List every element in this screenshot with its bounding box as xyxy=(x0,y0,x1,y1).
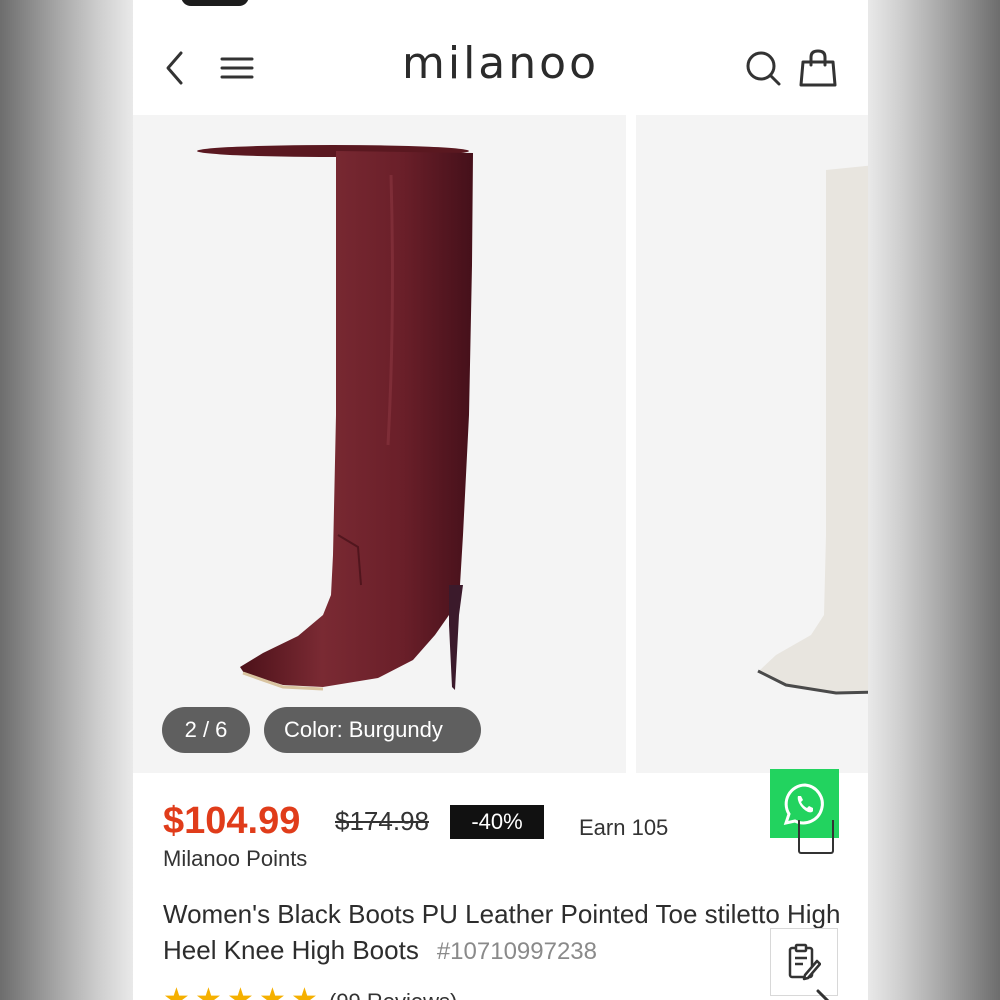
star-icon: ★ xyxy=(259,983,286,1000)
product-sku: #10710997238 xyxy=(436,938,597,965)
earn-points: Earn 105 xyxy=(579,815,669,840)
points-label: Milanoo Points xyxy=(163,846,308,871)
shopping-bag-icon xyxy=(799,49,837,87)
gallery-slide-main[interactable]: 2 / 6 Color: Burgundy xyxy=(133,115,626,773)
search-icon xyxy=(746,51,781,86)
color-chip-value: Burgundy xyxy=(348,717,443,742)
star-icon: ★ xyxy=(291,983,318,1000)
price-row: $104.99 $174.98 -40% Earn 105 xyxy=(163,800,863,850)
rating-row[interactable]: ★ ★ ★ ★ ★ (99 Reviews) xyxy=(163,985,863,1000)
sale-price: $104.99 xyxy=(163,800,301,842)
top-strip xyxy=(133,0,868,20)
product-title: Women's Black Boots PU Leather Pointed T… xyxy=(163,896,843,970)
cart-button[interactable] xyxy=(798,48,838,88)
star-icon: ★ xyxy=(163,983,190,1000)
clipboard-edit-icon xyxy=(788,943,821,981)
product-gallery[interactable]: 2 / 6 Color: Burgundy xyxy=(133,115,868,773)
star-icon: ★ xyxy=(195,983,222,1000)
app-header: milanoo xyxy=(133,20,868,115)
original-price: $174.98 xyxy=(335,806,429,836)
star-icon: ★ xyxy=(227,983,254,1000)
white-boot-image xyxy=(757,165,868,695)
search-button[interactable] xyxy=(743,48,783,88)
phone-screen: milanoo 2 / 6 Color: Burgundy $104.99 $1… xyxy=(133,0,868,1000)
status-pill xyxy=(181,0,249,6)
share-icon[interactable] xyxy=(798,820,834,854)
gallery-slide-next[interactable] xyxy=(636,115,868,773)
discount-badge: -40% xyxy=(450,805,544,839)
color-chip[interactable]: Color: Burgundy xyxy=(264,707,481,753)
reviews-count[interactable]: (99 Reviews) xyxy=(329,989,457,1000)
chevron-right-icon[interactable] xyxy=(813,985,833,1000)
color-chip-label: Color: xyxy=(284,717,343,742)
burgundy-boot-image xyxy=(197,145,473,691)
image-counter: 2 / 6 xyxy=(162,707,250,753)
